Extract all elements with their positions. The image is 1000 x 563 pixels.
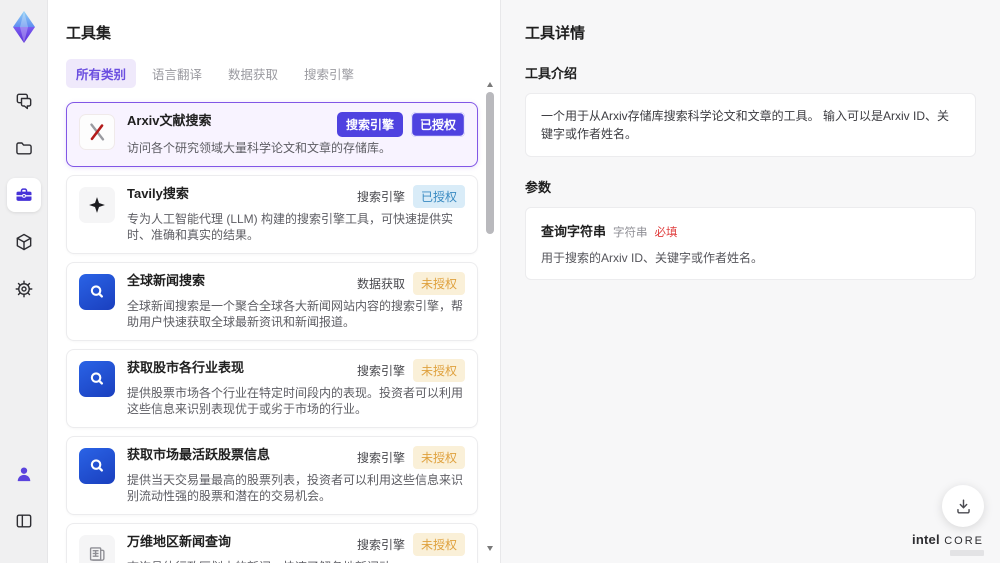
detail-title: 工具详情 [525, 25, 586, 42]
scroll-down-arrow-icon[interactable] [487, 546, 493, 551]
side-panel-icon [16, 514, 31, 528]
intel-core-logo: intel core [912, 532, 984, 556]
param-required-flag: 必填 [654, 227, 678, 239]
sidebar-item-files[interactable] [7, 131, 41, 165]
tool-card-body: 获取市场最活跃股票信息 搜索引擎 未授权 提供当天交易量最高的股票列表，投资者可… [127, 445, 465, 505]
tool-card-list: Arxiv文献搜索 搜索引擎 已授权 访问各个研究领域大量科学论文和文章的存储库… [66, 102, 478, 563]
status-badge: 未授权 [412, 532, 465, 556]
tool-list-panel: 工具集 所有类别 语言翻译 数据获取 搜索引擎 Arxiv文献搜索 搜索引擎 已… [48, 0, 500, 563]
download-button[interactable] [942, 485, 984, 527]
category-label: 搜索引擎 [356, 363, 405, 378]
sidebar-rail [0, 0, 48, 563]
scrollbar-thumb[interactable] [486, 92, 494, 234]
news-search-icon [79, 360, 115, 397]
tab-language-translation[interactable]: 语言翻译 [142, 59, 212, 88]
tool-description: 提供股票市场各个行业在特定时间段内的表现。投资者可以利用这些信息来识别表现优于或… [127, 385, 464, 417]
category-label: 搜索引擎 [356, 189, 405, 204]
category-label: 搜索引擎 [356, 450, 405, 465]
tool-card-body: 万维地区新闻查询 搜索引擎 未授权 查询具体行政区划内的新闻，快速了解各地新闻动 [127, 532, 465, 563]
package-icon [16, 233, 31, 251]
tool-card-body: Arxiv文献搜索 搜索引擎 已授权 访问各个研究领域大量科学论文和文章的存储库… [127, 112, 465, 157]
authorized-badge[interactable]: 已授权 [410, 112, 465, 137]
sidebar-collapse-button[interactable] [7, 504, 41, 538]
newspaper-icon [79, 534, 115, 563]
brand-intel-text: intel [912, 532, 940, 547]
tool-card-body: 全球新闻搜索 数据获取 未授权 全球新闻搜索是一个聚合全球各大新闻网站内容的搜索… [127, 271, 465, 331]
sidebar-item-settings[interactable] [7, 272, 41, 306]
tab-all-categories[interactable]: 所有类别 [66, 59, 137, 88]
sidebar-item-account[interactable] [7, 457, 41, 491]
params-heading: 参数 [525, 180, 552, 195]
status-badge: 未授权 [412, 445, 465, 469]
tool-name: 全球新闻搜索 [127, 272, 206, 288]
tool-card-regional-news[interactable]: 万维地区新闻查询 搜索引擎 未授权 查询具体行政区划内的新闻，快速了解各地新闻动 [66, 522, 478, 563]
user-icon [17, 467, 30, 482]
tool-card-sector-performance[interactable]: 获取股市各行业表现 搜索引擎 未授权 提供股票市场各个行业在特定时间段内的表现。… [66, 348, 478, 428]
page-title: 工具集 [66, 25, 112, 42]
tool-detail-panel: 工具详情 工具介绍 一个用于从Arxiv存储库搜索科学论文和文章的工具。 输入可… [500, 0, 1000, 563]
brand-core-text: core [944, 535, 984, 547]
intro-heading: 工具介绍 [525, 66, 578, 81]
category-label: 搜索引擎 [356, 537, 405, 552]
download-icon [956, 498, 970, 514]
tab-search-engine[interactable]: 搜索引擎 [294, 59, 364, 88]
chat-icon [16, 93, 31, 110]
tool-card-most-active-stocks[interactable]: 获取市场最活跃股票信息 搜索引擎 未授权 提供当天交易量最高的股票列表，投资者可… [66, 435, 478, 515]
tab-data-acquisition[interactable]: 数据获取 [218, 59, 288, 88]
tool-card-tavily[interactable]: Tavily搜索 搜索引擎 已授权 专为人工智能代理 (LLM) 构建的搜索引擎… [66, 174, 478, 254]
category-label: 数据获取 [356, 276, 405, 291]
tool-name: 万维地区新闻查询 [127, 533, 232, 549]
sidebar-item-chat[interactable] [7, 84, 41, 118]
param-card: 查询字符串 字符串 必填 用于搜索的Arxiv ID、关键字或作者姓名。 [525, 207, 976, 280]
toolbox-icon [16, 188, 31, 201]
tool-description: 专为人工智能代理 (LLM) 构建的搜索引擎工具，可快速提供实时、准确和真实的结… [127, 211, 454, 243]
tool-name: Arxiv文献搜索 [127, 113, 212, 128]
tool-description: 提供当天交易量最高的股票列表，投资者可以利用这些信息来识别流动性强的股票和潜在的… [127, 472, 464, 504]
tool-name: Tavily搜索 [127, 185, 189, 201]
category-badge[interactable]: 搜索引擎 [336, 112, 403, 137]
app-window: 工具集 所有类别 语言翻译 数据获取 搜索引擎 Arxiv文献搜索 搜索引擎 已… [0, 0, 1000, 563]
intro-text: 一个用于从Arxiv存储库搜索科学论文和文章的工具。 输入可以是Arxiv ID… [541, 109, 950, 141]
arxiv-icon [79, 114, 115, 150]
tool-name: 获取股市各行业表现 [127, 359, 245, 375]
scroll-up-arrow-icon[interactable] [487, 82, 493, 87]
tool-description: 查询具体行政区划内的新闻，快速了解各地新闻动 [127, 559, 465, 563]
param-description: 用于搜索的Arxiv ID、关键字或作者姓名。 [541, 251, 764, 265]
app-logo-icon [12, 11, 35, 43]
news-search-icon [79, 273, 115, 310]
status-badge: 未授权 [412, 358, 465, 382]
news-search-icon [79, 447, 115, 484]
tool-card-global-news[interactable]: 全球新闻搜索 数据获取 未授权 全球新闻搜索是一个聚合全球各大新闻网站内容的搜索… [66, 261, 478, 341]
folder-icon [15, 142, 32, 155]
status-badge: 未授权 [412, 271, 465, 295]
tool-card-body: Tavily搜索 搜索引擎 已授权 专为人工智能代理 (LLM) 构建的搜索引擎… [127, 184, 465, 244]
category-tabs: 所有类别 语言翻译 数据获取 搜索引擎 [66, 59, 478, 88]
brand-subtext-bar [950, 550, 984, 556]
intro-card: 一个用于从Arxiv存储库搜索科学论文和文章的工具。 输入可以是Arxiv ID… [525, 93, 976, 157]
tool-description: 全球新闻搜索是一个聚合全球各大新闻网站内容的搜索引擎，帮助用户快速获取全球最新资… [127, 298, 464, 330]
tavily-icon [79, 186, 115, 223]
list-scrollbar[interactable] [486, 82, 495, 551]
param-type: 字符串 [613, 227, 648, 239]
settings-icon [15, 280, 32, 298]
param-name: 查询字符串 [541, 224, 607, 239]
sidebar-item-packages[interactable] [7, 225, 41, 259]
tool-description: 访问各个研究领域大量科学论文和文章的存储库。 [127, 141, 392, 155]
tool-name: 获取市场最活跃股票信息 [127, 446, 271, 462]
status-badge: 已授权 [412, 184, 465, 208]
tool-card-arxiv[interactable]: Arxiv文献搜索 搜索引擎 已授权 访问各个研究领域大量科学论文和文章的存储库… [66, 102, 478, 167]
tool-card-body: 获取股市各行业表现 搜索引擎 未授权 提供股票市场各个行业在特定时间段内的表现。… [127, 358, 465, 418]
sidebar-item-tools[interactable] [6, 178, 41, 212]
